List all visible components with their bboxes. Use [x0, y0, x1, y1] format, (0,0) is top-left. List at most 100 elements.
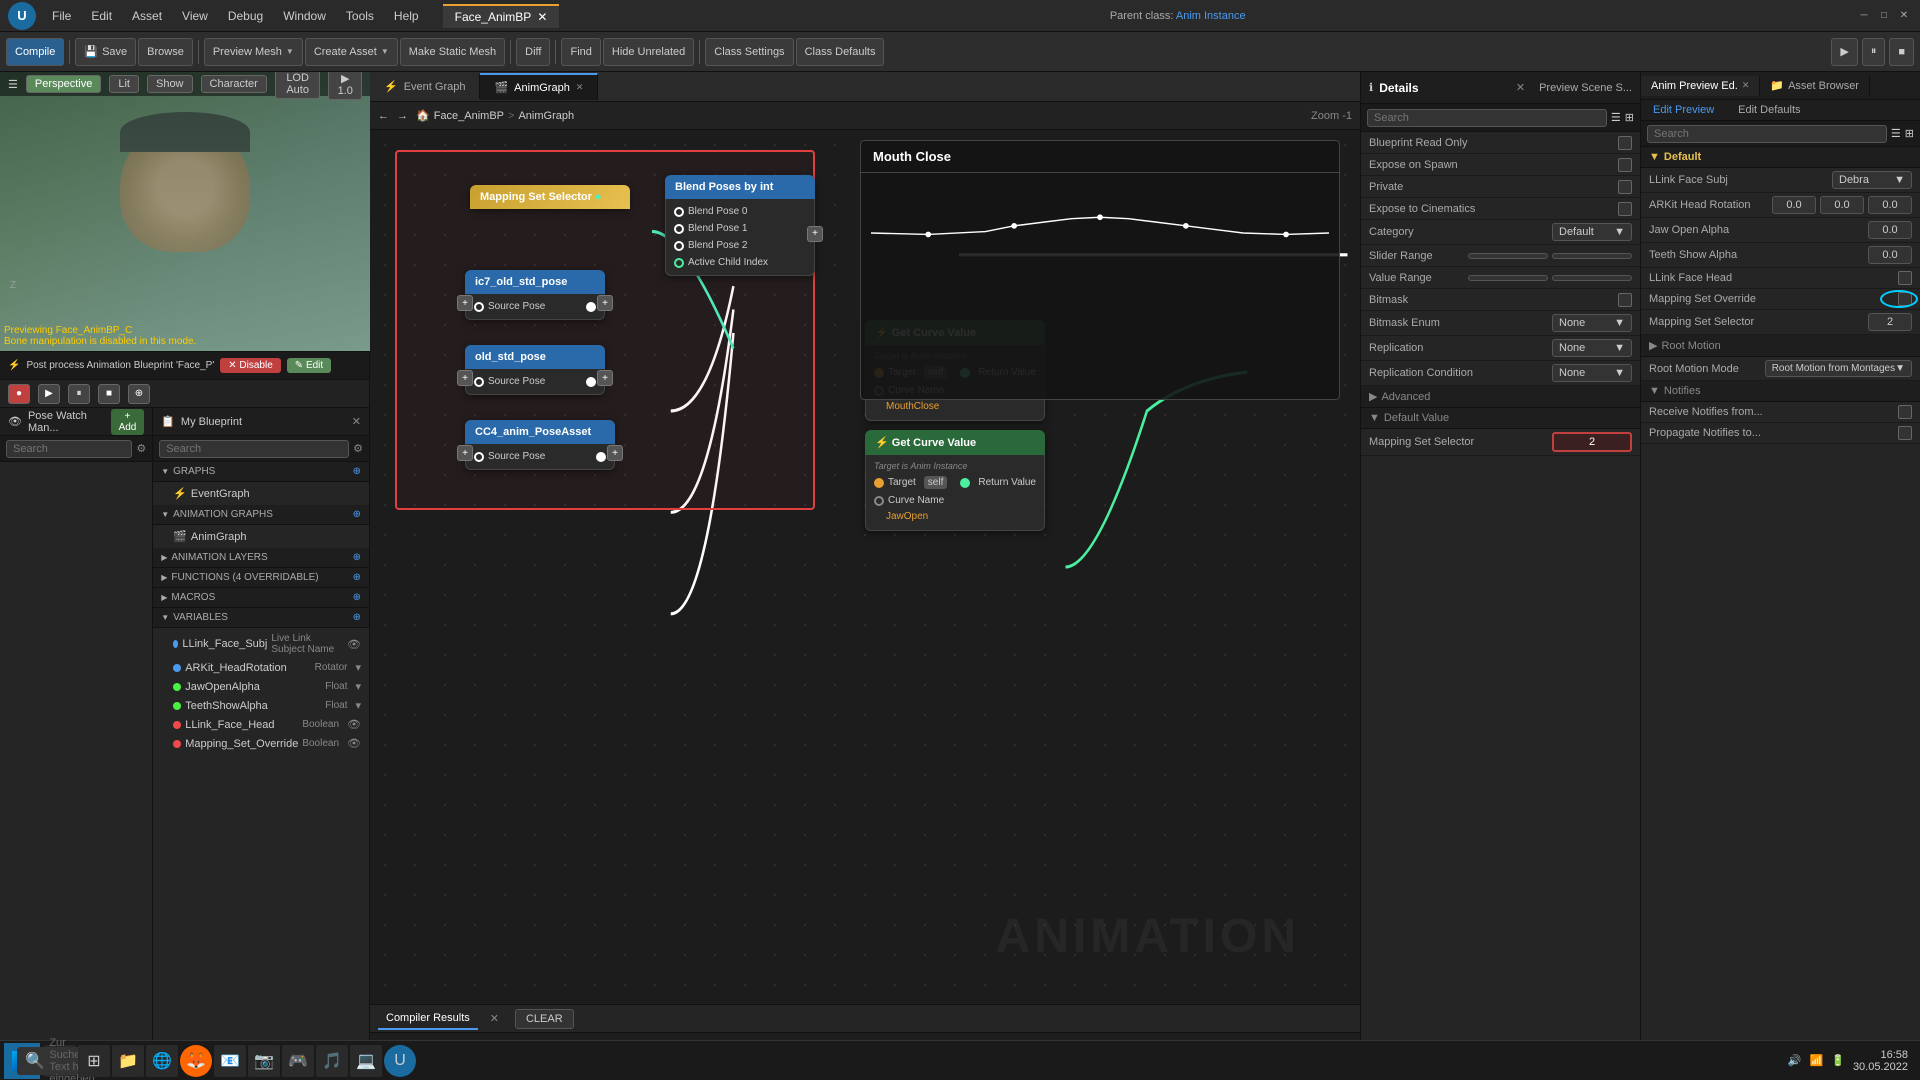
tray-icon-3[interactable]: 🔋 — [1831, 1054, 1845, 1067]
anim-preview-list-icon[interactable]: ☰ — [1891, 127, 1901, 140]
nav-forward-icon[interactable]: → — [397, 110, 408, 122]
mapping-set-selector-node[interactable]: Mapping Set Selector ● — [470, 185, 630, 209]
anim-preview-tab[interactable]: Anim Preview Ed. ✕ — [1641, 76, 1760, 96]
menu-window[interactable]: Window — [279, 7, 330, 25]
search-taskbar[interactable]: 🔍 Zur Suche Text hier eingeben — [44, 1045, 76, 1077]
slider-min[interactable] — [1468, 253, 1548, 259]
anim-preview-close-icon[interactable]: ✕ — [1742, 80, 1750, 91]
tray-icon-1[interactable]: 🔊 — [1788, 1054, 1802, 1067]
chevron-down-icon-2[interactable]: ▾ — [355, 661, 361, 674]
add-macros-icon[interactable]: ⊕ — [353, 592, 361, 603]
default-value-section[interactable]: ▼ Default Value — [1361, 408, 1640, 429]
expose-to-cinematics-checkbox[interactable] — [1618, 202, 1632, 216]
play-button[interactable]: ▶ — [1831, 38, 1857, 66]
stop-control-button[interactable]: ■ — [98, 384, 120, 404]
details-close-icon[interactable]: ✕ — [1516, 81, 1525, 94]
value-min[interactable] — [1468, 275, 1548, 281]
add-graphs-icon[interactable]: ⊕ — [353, 466, 361, 477]
add-pin-left-2[interactable]: + — [457, 370, 473, 386]
chevron-down-icon-4[interactable]: ▾ — [355, 699, 361, 712]
private-checkbox[interactable] — [1618, 180, 1632, 194]
menu-view[interactable]: View — [178, 7, 212, 25]
menu-edit[interactable]: Edit — [87, 7, 116, 25]
next-control-button[interactable]: ⊕ — [128, 384, 150, 404]
class-defaults-button[interactable]: Class Defaults — [796, 38, 885, 66]
playback-button[interactable]: ▶ 1.0 — [328, 72, 362, 100]
lit-button[interactable]: Lit — [109, 75, 139, 93]
root-motion-section[interactable]: ▶ Root Motion — [1641, 335, 1920, 357]
save-button[interactable]: 💾 Save — [75, 38, 136, 66]
menu-debug[interactable]: Debug — [224, 7, 267, 25]
gear-icon[interactable]: ⚙ — [136, 442, 146, 455]
perspective-button[interactable]: Perspective — [26, 75, 101, 93]
menu-tools[interactable]: Tools — [342, 7, 378, 25]
disable-button[interactable]: ✕ Disable — [220, 358, 281, 373]
menu-help[interactable]: Help — [390, 7, 423, 25]
add-pin-right-3[interactable]: + — [607, 445, 623, 461]
hide-unrelated-button[interactable]: Hide Unrelated — [603, 38, 694, 66]
browse-button[interactable]: Browse — [138, 38, 193, 66]
add-pin-right-button[interactable]: + — [597, 295, 613, 311]
cc4-pose-node[interactable]: CC4_anim_PoseAsset Source Pose + + — [465, 420, 615, 470]
browser-icon[interactable]: 🌐 — [146, 1045, 178, 1077]
pose-watch-search-input[interactable] — [6, 440, 132, 458]
variable-mapping-set-override[interactable]: Mapping_Set_Override Boolean 👁 — [153, 734, 369, 753]
lod-button[interactable]: LOD Auto — [275, 72, 321, 99]
maximize-button[interactable]: □ — [1876, 8, 1892, 24]
eye-icon[interactable]: 👁 — [347, 638, 361, 651]
mapping-set-selector-value[interactable]: 2 — [1552, 432, 1632, 452]
menu-file[interactable]: File — [48, 7, 75, 25]
get-curve-value-2-node[interactable]: ⚡ Get Curve Value Target is Anim Instanc… — [865, 430, 1045, 531]
clear-button[interactable]: CLEAR — [515, 1009, 574, 1029]
edit-defaults-tab[interactable]: Edit Defaults — [1726, 100, 1812, 120]
eye-icon-2[interactable]: 👁 — [347, 718, 361, 731]
add-pose-watch-button[interactable]: + Add — [111, 409, 144, 435]
app-icon-3[interactable]: 🎮 — [282, 1045, 314, 1077]
my-blueprint-search-input[interactable] — [159, 440, 349, 458]
edit-button[interactable]: ✎ Edit — [287, 358, 331, 373]
variable-llink-face-head[interactable]: LLink_Face_Head Boolean 👁 — [153, 715, 369, 734]
variable-teeth-show-alpha[interactable]: TeethShowAlpha Float ▾ — [153, 696, 369, 715]
anim-graph-tab[interactable]: 🎬 AnimGraph ✕ — [480, 73, 598, 100]
preview-mesh-button[interactable]: Preview Mesh▼ — [204, 38, 303, 66]
mapping-set-selector-anim-value[interactable]: 2 — [1868, 313, 1912, 331]
anim-preview-grid-icon[interactable]: ⊞ — [1905, 127, 1914, 140]
propagate-notifies-checkbox[interactable] — [1898, 426, 1912, 440]
bitmask-enum-dropdown[interactable]: None ▼ — [1552, 314, 1632, 332]
bitmask-checkbox[interactable] — [1618, 293, 1632, 307]
add-pin-left-button[interactable]: + — [457, 295, 473, 311]
breadcrumb-root[interactable]: Face_AnimBP — [434, 110, 504, 122]
add-layers-icon[interactable]: ⊕ — [353, 552, 361, 563]
macros-section[interactable]: ▶ MACROS ⊕ — [153, 588, 369, 608]
add-pin-left-3[interactable]: + — [457, 445, 473, 461]
close-button[interactable]: ✕ — [1896, 8, 1912, 24]
app-icon-2[interactable]: 📷 — [248, 1045, 280, 1077]
create-asset-button[interactable]: Create Asset▼ — [305, 38, 398, 66]
anim-graph-tab-close[interactable]: ✕ — [576, 82, 584, 93]
eye-icon-3[interactable]: 👁 — [347, 737, 361, 750]
blueprint-tab-close[interactable]: ✕ — [537, 10, 547, 24]
graph-canvas[interactable]: Mapping Set Selector ● Blend Poses by in… — [370, 130, 1360, 1004]
advanced-section[interactable]: ▶ Advanced — [1361, 386, 1640, 408]
nav-back-icon[interactable]: ← — [378, 110, 389, 122]
play-control-button[interactable]: ▶ — [38, 384, 60, 404]
file-explorer-icon[interactable]: 📁 — [112, 1045, 144, 1077]
anim-preview-search-input[interactable] — [1647, 125, 1887, 143]
compile-button[interactable]: Compile — [6, 38, 64, 66]
jaw-open-alpha-value[interactable]: 0.0 — [1868, 221, 1912, 239]
root-motion-mode-dropdown[interactable]: Root Motion from Montages ▼ — [1765, 360, 1912, 377]
hamburger-icon[interactable]: ☰ — [8, 78, 18, 91]
make-static-mesh-button[interactable]: Make Static Mesh — [400, 38, 505, 66]
event-graph-tab[interactable]: ⚡ Event Graph — [370, 74, 480, 99]
graphs-section[interactable]: ▼ GRAPHS ⊕ — [153, 462, 369, 482]
notifies-section[interactable]: ▼ Notifies — [1641, 381, 1920, 402]
edit-preview-tab[interactable]: Edit Preview — [1641, 100, 1726, 120]
unreal-icon[interactable]: U — [384, 1045, 416, 1077]
compiler-results-close[interactable]: ✕ — [490, 1012, 499, 1025]
arkit-z-value[interactable]: 0.0 — [1868, 196, 1912, 214]
app-icon-5[interactable]: 💻 — [350, 1045, 382, 1077]
old-pose-node[interactable]: old_std_pose Source Pose + + — [465, 345, 605, 395]
chevron-down-icon-3[interactable]: ▾ — [355, 680, 361, 693]
minimize-button[interactable]: ─ — [1856, 8, 1872, 24]
blueprint-tab[interactable]: Face_AnimBP ✕ — [443, 4, 560, 28]
